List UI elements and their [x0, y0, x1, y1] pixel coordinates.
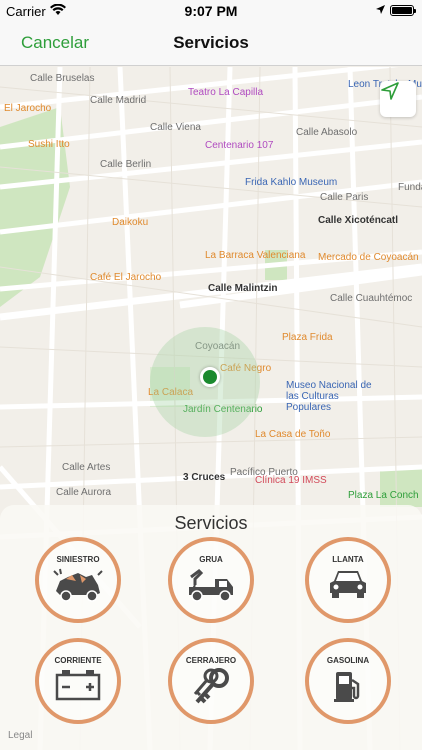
service-label: SINIESTRO — [56, 555, 100, 564]
street-label: Calle Xicoténcatl — [318, 215, 399, 226]
poi-label[interactable]: El Jarocho — [4, 103, 51, 114]
poi-label[interactable]: Plaza Frida — [282, 332, 333, 343]
clock: 9:07 PM — [184, 3, 238, 19]
service-label: LLANTA — [332, 555, 364, 564]
street-label: Calle Malintzin — [208, 283, 278, 294]
street-label: Calle Artes — [62, 462, 111, 473]
locate-me-button[interactable] — [380, 81, 416, 117]
poi-label[interactable]: Museo Nacional de las Culturas Populares — [286, 380, 376, 413]
street-label: Calle Madrid — [90, 95, 147, 106]
poi-label[interactable]: Sushi Itto — [28, 139, 70, 150]
service-label: GRUA — [199, 555, 223, 564]
service-gasolina-button[interactable]: GASOLINA — [305, 638, 391, 724]
poi-label[interactable]: Daikoku — [112, 217, 148, 228]
poi-label[interactable]: La Casa de Toño — [255, 429, 330, 440]
poi-label[interactable]: Plaza La Conch — [348, 490, 419, 501]
navigation-bar: Cancelar Servicios — [0, 22, 422, 66]
user-location-dot — [200, 367, 220, 387]
location-arrow-icon — [376, 5, 385, 14]
service-siniestro-button[interactable]: SINIESTRO — [35, 537, 121, 623]
keys-icon — [193, 668, 229, 704]
service-label: GASOLINA — [326, 656, 370, 665]
tow-truck-icon — [189, 569, 233, 602]
street-label: 3 Cruces — [183, 472, 226, 483]
service-llanta-button[interactable]: LLANTA — [305, 537, 391, 623]
service-label: CORRIENTE — [54, 656, 102, 665]
street-label: Calle Paris — [320, 192, 369, 203]
poi-label[interactable]: Mercado de Coyoacán — [318, 252, 419, 263]
service-label: CERRAJERO — [185, 656, 237, 665]
street-label: Calle Aurora — [56, 487, 112, 498]
poi-label[interactable]: Café El Jarocho — [90, 272, 161, 283]
panel-title: Servicios — [174, 513, 248, 533]
street-label: Calle Viena — [150, 122, 201, 133]
poi-label[interactable]: Clínica 19 IMSS — [255, 475, 327, 486]
battery-icon — [390, 5, 416, 16]
crashed-car-icon — [53, 568, 103, 602]
map-legal-link[interactable]: Legal — [8, 730, 32, 741]
car-tire-icon — [330, 571, 366, 598]
car-battery-icon — [55, 670, 101, 701]
service-cerrajero-button[interactable]: CERRAJERO — [168, 638, 254, 724]
navigation-arrow-icon — [381, 82, 399, 100]
poi-label[interactable]: Teatro La Capilla — [188, 87, 263, 98]
street-label: Calle Berlin — [100, 159, 152, 170]
poi-label[interactable]: Centenario 107 — [205, 140, 273, 151]
street-label: Calle Bruselas — [30, 73, 95, 84]
street-label: Calle Abasolo — [296, 127, 358, 138]
cancel-button[interactable]: Cancelar — [21, 33, 89, 53]
gas-pump-icon — [334, 672, 360, 702]
street-label: Funda — [398, 182, 422, 193]
poi-label[interactable]: La Barraca Valenciana — [205, 250, 305, 261]
services-panel: Servicios SINIESTRO GRUA LLANTA CORRIENT… — [0, 505, 422, 750]
service-corriente-button[interactable]: CORRIENTE — [35, 638, 121, 724]
service-grua-button[interactable]: GRUA — [168, 537, 254, 623]
poi-label[interactable]: Frida Kahlo Museum — [245, 177, 337, 188]
street-label: Calle Cuauhtémoc — [330, 293, 413, 304]
status-bar: Carrier 9:07 PM — [0, 0, 422, 22]
